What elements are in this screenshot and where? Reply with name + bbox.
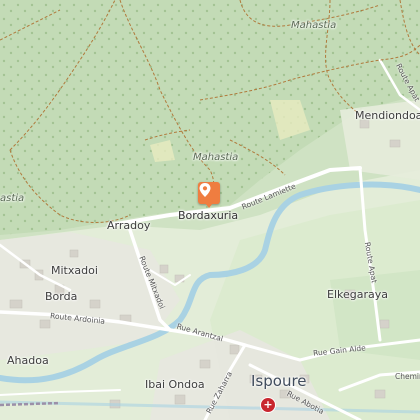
road-label-chemin: Chemin	[395, 372, 420, 381]
place-label-ibai-ondoa: Ibai Ondoa	[145, 378, 205, 391]
place-label-ahadoa: Ahadoa	[7, 354, 49, 367]
place-label-mahastia-left: astia	[0, 193, 25, 204]
location-pin-icon	[199, 183, 211, 197]
place-label-borda: Borda	[45, 290, 78, 303]
place-label-arradoy: Arradoy	[107, 219, 151, 232]
pharmacy-cross-icon[interactable]: +	[260, 397, 276, 413]
place-label-ispoure: Ispoure	[251, 372, 307, 390]
place-label-mitxadoi: Mitxadoi	[51, 264, 98, 277]
place-label-elkegaraya: Elkegaraya	[327, 288, 388, 301]
place-label-mahastia-top: Mahastia	[291, 20, 337, 31]
map-canvas[interactable]: Mahastia Mahastia astia Mendiondoa Arrad…	[0, 0, 420, 420]
location-pin-marker[interactable]	[198, 182, 220, 208]
place-label-mahastia-mid: Mahastia	[193, 152, 239, 163]
place-label-mendiondoa: Mendiondoa	[355, 109, 420, 122]
place-label-bordaxuria: Bordaxuria	[178, 209, 239, 222]
